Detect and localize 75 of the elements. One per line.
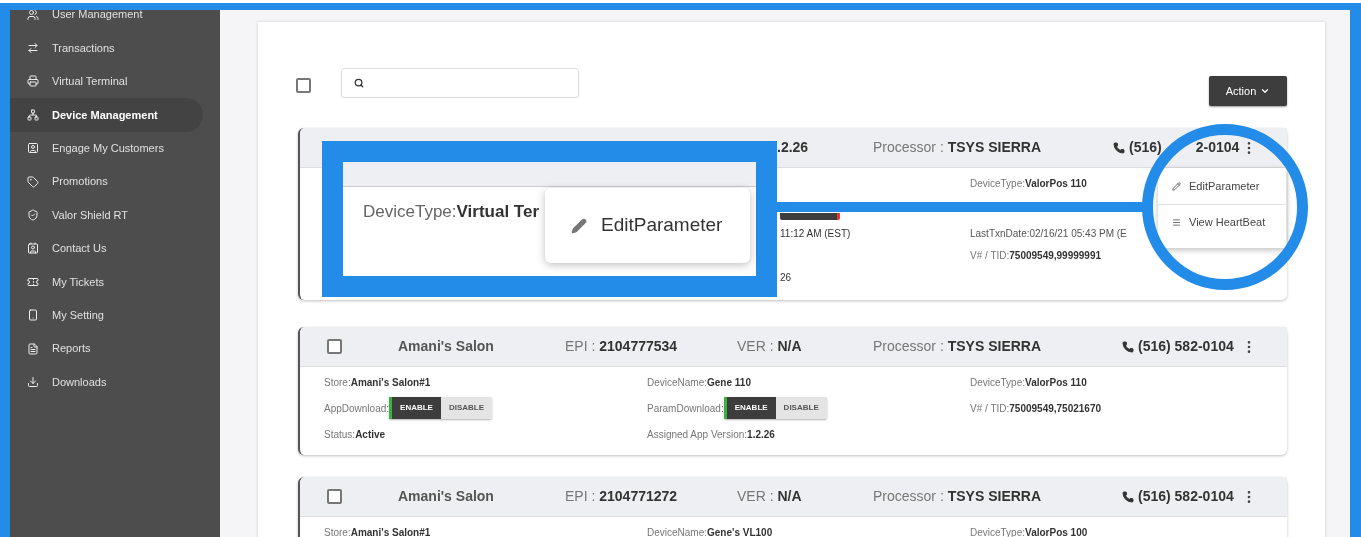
- pencil-icon: [1172, 181, 1181, 191]
- version-fragment: 26: [780, 270, 792, 285]
- field-text: Status:Active: [324, 427, 386, 442]
- field-label: ParamDownload:: [647, 401, 724, 416]
- time-text: 11:12 AM (EST): [780, 226, 851, 241]
- sidebar-item[interactable]: Promotions: [10, 164, 203, 199]
- checkbox[interactable]: [327, 489, 342, 504]
- field-text: Store:Amani's Salon#1: [324, 525, 431, 537]
- field-text: Assigned App Version:1.2.26: [647, 427, 775, 442]
- version-text: VER : N/A: [737, 337, 803, 356]
- sidebar-item[interactable]: Transactions: [10, 31, 203, 65]
- sidebar-item[interactable]: Downloads: [10, 365, 203, 399]
- search-field[interactable]: [341, 68, 579, 98]
- version-text: .2.26: [777, 138, 810, 157]
- sidebar-item[interactable]: Reports: [10, 331, 203, 366]
- version-text: VER : N/A: [737, 487, 803, 506]
- field-text: DeviceType:ValorPos 110: [970, 375, 1087, 390]
- shield-icon: [27, 209, 39, 222]
- checkbox[interactable]: [327, 339, 342, 354]
- field-text: LastTxnDate:02/16/21 05:43 PM (E: [970, 226, 1127, 241]
- action-button[interactable]: Action: [1209, 76, 1287, 106]
- menu-item[interactable]: EditParameter: [1158, 168, 1286, 204]
- toggle-option[interactable]: ENABLE: [723, 397, 776, 419]
- contact-card-icon: [27, 242, 39, 255]
- field-text: DeviceName:Gene's VL100: [647, 525, 773, 537]
- toggle-option[interactable]: DISABLE: [775, 397, 827, 419]
- id-card-icon: [27, 142, 39, 155]
- sidebar-item[interactable]: Contact Us: [10, 231, 203, 266]
- phone-number: (516) 582-0104: [1138, 487, 1234, 506]
- phone-icon: [1113, 141, 1125, 154]
- merchant-name: Amani's Salon: [398, 337, 495, 356]
- toggle-fragment: [780, 213, 840, 220]
- field-text: DeviceType:ValorPos 100: [970, 525, 1088, 537]
- field-text: V# / TID:75009549,99999991: [970, 248, 1102, 263]
- processor-text: Processor : TSYS SIERRA: [873, 138, 1043, 157]
- zoomed-field-text: DeviceType:Virtual Ter: [363, 201, 540, 223]
- phone-number: 2-0104: [1195, 138, 1240, 157]
- download-icon: [27, 376, 39, 388]
- sidebar-item[interactable]: User Management: [10, 0, 203, 32]
- sidebar-item[interactable]: Device Management: [10, 98, 203, 132]
- sidebar-item[interactable]: Virtual Terminal: [10, 64, 203, 99]
- field-text: DeviceType:ValorPos 110: [970, 176, 1087, 191]
- merchant-name: Amani's Salon: [398, 487, 495, 506]
- sidebar-item[interactable]: My Setting: [10, 298, 203, 332]
- sidebar-item[interactable]: My Tickets: [10, 265, 203, 299]
- list-icon: [1172, 218, 1181, 227]
- processor-text: Processor : TSYS SIERRA: [873, 337, 1043, 356]
- tag-icon: [27, 175, 39, 188]
- network-icon: [27, 108, 39, 121]
- field-text: Store:Amani's Salon#1: [324, 375, 431, 390]
- arrows-icon: [27, 42, 39, 55]
- field-text: DeviceName:Gene 110: [647, 375, 751, 390]
- epi-text: EPI : 2104777534: [565, 337, 679, 356]
- phone-device-icon: [27, 309, 39, 322]
- sidebar-item[interactable]: Valor Shield RT: [10, 198, 203, 232]
- toggle-option[interactable]: DISABLE: [440, 397, 493, 419]
- ticket-icon: [27, 275, 39, 288]
- menu-item[interactable]: View HeartBeat: [1158, 204, 1286, 240]
- phone-number: (516): [1129, 138, 1162, 157]
- zoomed-edit-menu-item[interactable]: EditParameter: [545, 188, 750, 263]
- phone-icon: [1122, 490, 1134, 503]
- pencil-icon: [571, 217, 587, 234]
- field-text: V# / TID:75009549,75021670: [970, 401, 1102, 416]
- field-label: AppDownload:: [324, 401, 390, 416]
- checkbox[interactable]: [296, 78, 311, 93]
- document-icon: [27, 342, 39, 355]
- users-icon: [27, 8, 39, 21]
- toggle-option[interactable]: ENABLE: [389, 397, 441, 419]
- search-icon: [354, 78, 364, 88]
- sidebar-item[interactable]: Engage My Customers: [10, 131, 203, 165]
- phone-number: (516) 582-0104: [1138, 337, 1234, 356]
- caret-icon: [1260, 86, 1271, 96]
- phone-icon: [1122, 340, 1134, 353]
- epi-text: EPI : 2104771272: [565, 487, 679, 506]
- processor-text: Processor : TSYS SIERRA: [873, 487, 1043, 506]
